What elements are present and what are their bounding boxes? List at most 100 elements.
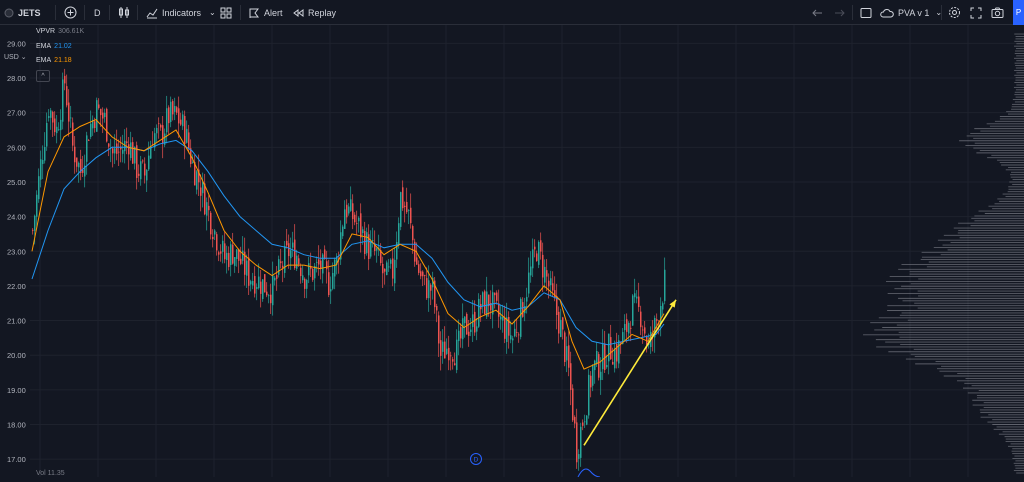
candle-body [466, 313, 468, 335]
publish-button[interactable]: P [1013, 0, 1024, 25]
candle-body [286, 240, 288, 246]
trend-arrow[interactable] [583, 299, 677, 446]
candle-body [132, 142, 134, 164]
candle-body [206, 202, 208, 216]
candle-body [532, 249, 534, 269]
candle-body [628, 322, 630, 334]
candle-body [106, 108, 108, 142]
candle-body [94, 121, 96, 129]
candle-body [136, 145, 138, 178]
candle-body [34, 215, 36, 231]
candle-body [170, 101, 172, 122]
candle-body [234, 257, 236, 266]
candle-body [576, 422, 578, 463]
symbol-search[interactable]: JETS [4, 3, 41, 22]
candle-body [284, 245, 286, 273]
currency-selector[interactable]: USD ⌄ [4, 53, 27, 61]
candle-body [188, 132, 190, 149]
candle-body [32, 229, 34, 231]
candle-body [228, 252, 230, 267]
candle-body [386, 262, 388, 276]
legend-vpvr[interactable]: VPVR 306.61K [36, 28, 84, 35]
candle-body [400, 192, 402, 227]
legend-ema-2[interactable]: EMA 21.18 [36, 57, 72, 64]
divider [240, 5, 241, 20]
candle-body [122, 150, 124, 154]
candle-body [388, 266, 390, 268]
settings-button[interactable] [948, 3, 961, 22]
indicators-button[interactable]: Indicators ⌄ [146, 3, 216, 22]
legend-ema-1[interactable]: EMA 21.02 [36, 43, 72, 50]
candle-body [270, 294, 272, 304]
templates-button[interactable] [220, 3, 232, 22]
indicators-label: Indicators [162, 7, 202, 18]
trend-arrow-line [583, 299, 677, 446]
candle-body [574, 417, 576, 424]
event-marker-label: D [474, 457, 479, 464]
publish-label: P [1015, 8, 1022, 17]
price-tick-label: 22.00 [7, 282, 26, 291]
compare-button[interactable] [64, 3, 77, 22]
candle-body [596, 350, 598, 365]
chart-type-button[interactable] [118, 3, 130, 22]
candle-body [172, 101, 174, 115]
cloud-icon [880, 8, 894, 17]
candle-body [230, 244, 232, 265]
candle-body [460, 327, 462, 339]
candle-body [494, 292, 496, 296]
replay-button[interactable]: Replay [292, 3, 336, 22]
candle-body [298, 258, 300, 265]
candle-body [46, 122, 48, 147]
candle-body [182, 114, 184, 127]
candle-body [262, 279, 264, 299]
candle-body [464, 316, 466, 324]
candle-body [484, 291, 486, 314]
undo-button[interactable] [812, 3, 823, 22]
price-chart[interactable]: 29.00 28.00 27.00 26.00 25.00 24.00 23.00 22.00… [0, 25, 1024, 478]
candle-body [564, 332, 566, 363]
candle-body [638, 296, 640, 308]
candle-body [544, 266, 546, 283]
fullscreen-button[interactable] [970, 3, 982, 22]
candle-body [404, 205, 406, 207]
candle-body [326, 261, 328, 270]
layout-menu[interactable]: PVA v 1 ⌄ [880, 3, 942, 22]
candle-body [62, 79, 64, 122]
candle-body [468, 331, 470, 337]
candle-body [302, 275, 304, 281]
candle-body [196, 171, 198, 190]
candle-body [528, 272, 530, 294]
candle-body [402, 187, 404, 209]
price-tick-label: 25.00 [7, 178, 26, 187]
price-tick-label: 26.00 [7, 143, 26, 152]
replay-label: Replay [308, 7, 337, 18]
candle-body [522, 302, 524, 317]
candle-body [550, 278, 552, 286]
candle-body [562, 317, 564, 330]
candle-body [496, 292, 498, 301]
candle-body [430, 284, 432, 291]
divider [109, 5, 110, 20]
candle-body [178, 108, 180, 124]
layout-rect-button[interactable] [860, 3, 872, 22]
candle-body [88, 140, 90, 142]
snapshot-button[interactable] [991, 3, 1004, 22]
candle-body [112, 148, 114, 154]
candle-body [592, 365, 594, 386]
candle-body [612, 361, 614, 365]
redo-button[interactable] [834, 3, 845, 22]
candle-body [610, 337, 612, 360]
candle-body [372, 240, 374, 242]
candle-body [266, 291, 268, 296]
candle-body [512, 338, 514, 341]
candle-body [360, 213, 362, 238]
alert-button[interactable]: Alert [248, 3, 283, 22]
candle-body [614, 348, 616, 369]
symbol-name: JETS [18, 7, 41, 18]
candle-body [332, 272, 334, 289]
legend-collapse-button[interactable]: ^ [36, 70, 50, 82]
candle-body [584, 421, 586, 423]
price-tick-label: 27.00 [7, 109, 26, 118]
chart-area[interactable]: 29.00 28.00 27.00 26.00 25.00 24.00 23.00 22.00… [0, 25, 1024, 478]
interval-button[interactable]: D [94, 3, 101, 22]
